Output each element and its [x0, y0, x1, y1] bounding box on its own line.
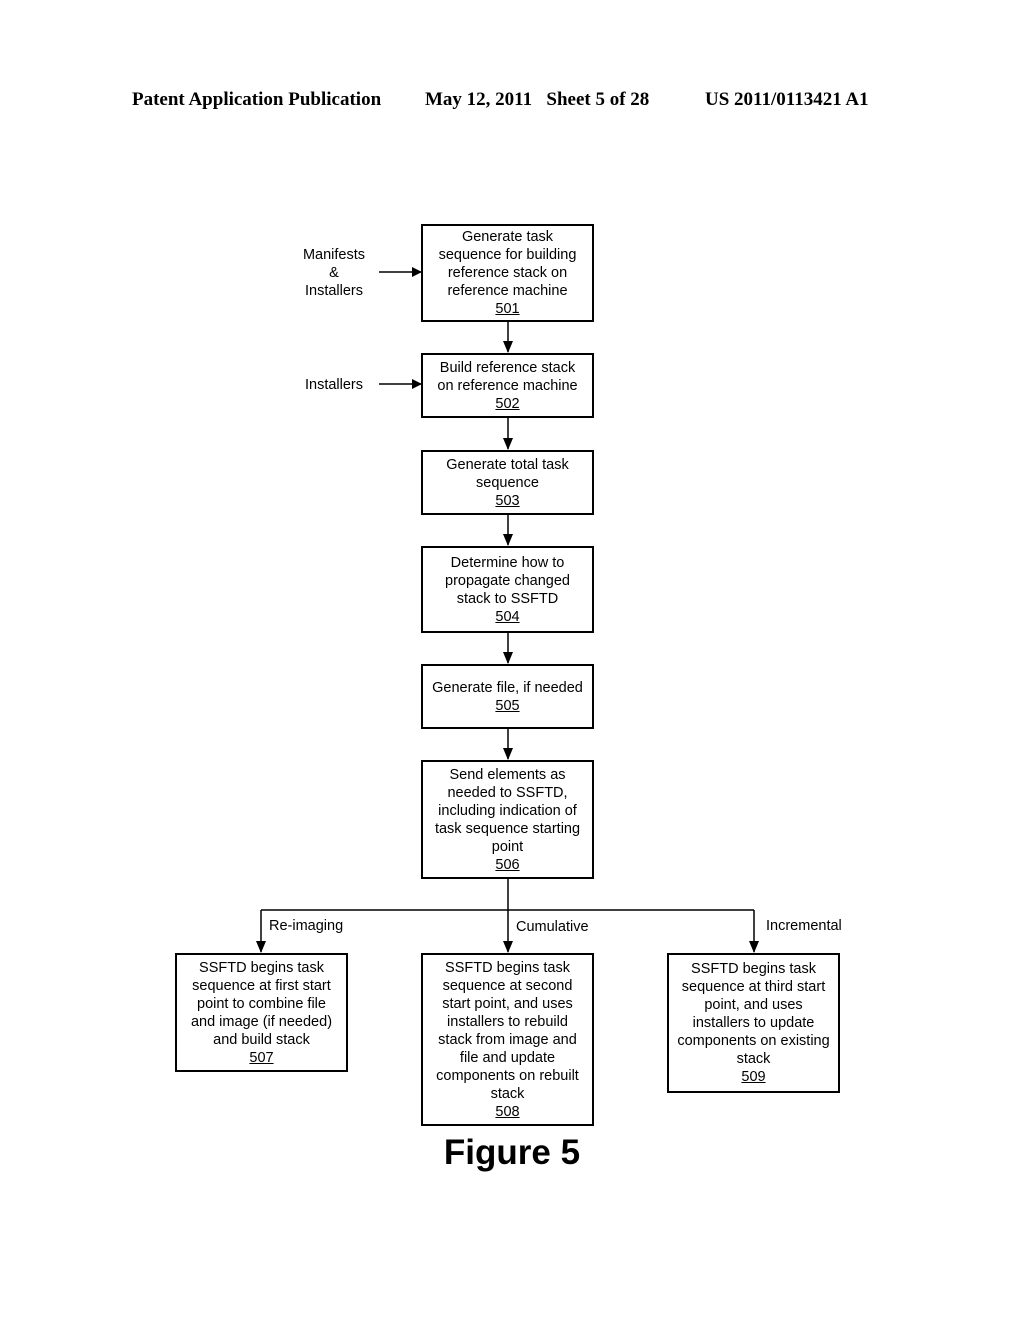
step-ref: 506 — [495, 856, 520, 873]
step-503-box: Generate total task sequence 503 — [421, 450, 594, 515]
step-text: Generate file, if needed — [432, 679, 583, 696]
step-ref: 508 — [495, 1103, 520, 1120]
input-installers: Installers — [304, 377, 364, 393]
step-text: Send elements as needed to SSFTD, includ… — [434, 766, 581, 855]
step-509-box: SSFTD begins task sequence at third star… — [667, 953, 840, 1093]
step-ref: 505 — [495, 697, 520, 714]
step-text: SSFTD begins task sequence at first star… — [190, 959, 333, 1048]
branch-label-incremental: Incremental — [766, 918, 842, 934]
step-text: SSFTD begins task sequence at second sta… — [436, 959, 579, 1102]
step-text: Generate task sequence for building refe… — [438, 229, 577, 299]
step-text: SSFTD begins task sequence at third star… — [677, 961, 830, 1067]
step-508-box: SSFTD begins task sequence at second sta… — [421, 953, 594, 1126]
step-ref: 502 — [495, 395, 520, 412]
step-text: Generate total task sequence — [446, 456, 569, 491]
input-manifests-installers: Manifests & Installers — [302, 247, 366, 299]
step-ref: 507 — [249, 1049, 274, 1066]
step-505-box: Generate file, if needed 505 — [421, 664, 594, 729]
step-507-box: SSFTD begins task sequence at first star… — [175, 953, 348, 1072]
step-ref: 509 — [741, 1069, 766, 1085]
step-504-box: Determine how to propagate changed stack… — [421, 546, 594, 633]
step-ref: 504 — [495, 608, 520, 625]
step-501-box: Generate task sequence for building refe… — [421, 224, 594, 322]
step-506-box: Send elements as needed to SSFTD, includ… — [421, 760, 594, 879]
step-502-box: Build reference stack on reference machi… — [421, 353, 594, 418]
branch-label-reimaging: Re-imaging — [269, 918, 344, 934]
branch-label-cumulative: Cumulative — [516, 919, 589, 935]
figure-caption: Figure 5 — [443, 1133, 581, 1172]
step-ref: 501 — [495, 301, 520, 317]
step-ref: 503 — [495, 492, 520, 509]
step-text: Determine how to propagate changed stack… — [445, 554, 570, 607]
step-text: Build reference stack on reference machi… — [437, 359, 578, 394]
